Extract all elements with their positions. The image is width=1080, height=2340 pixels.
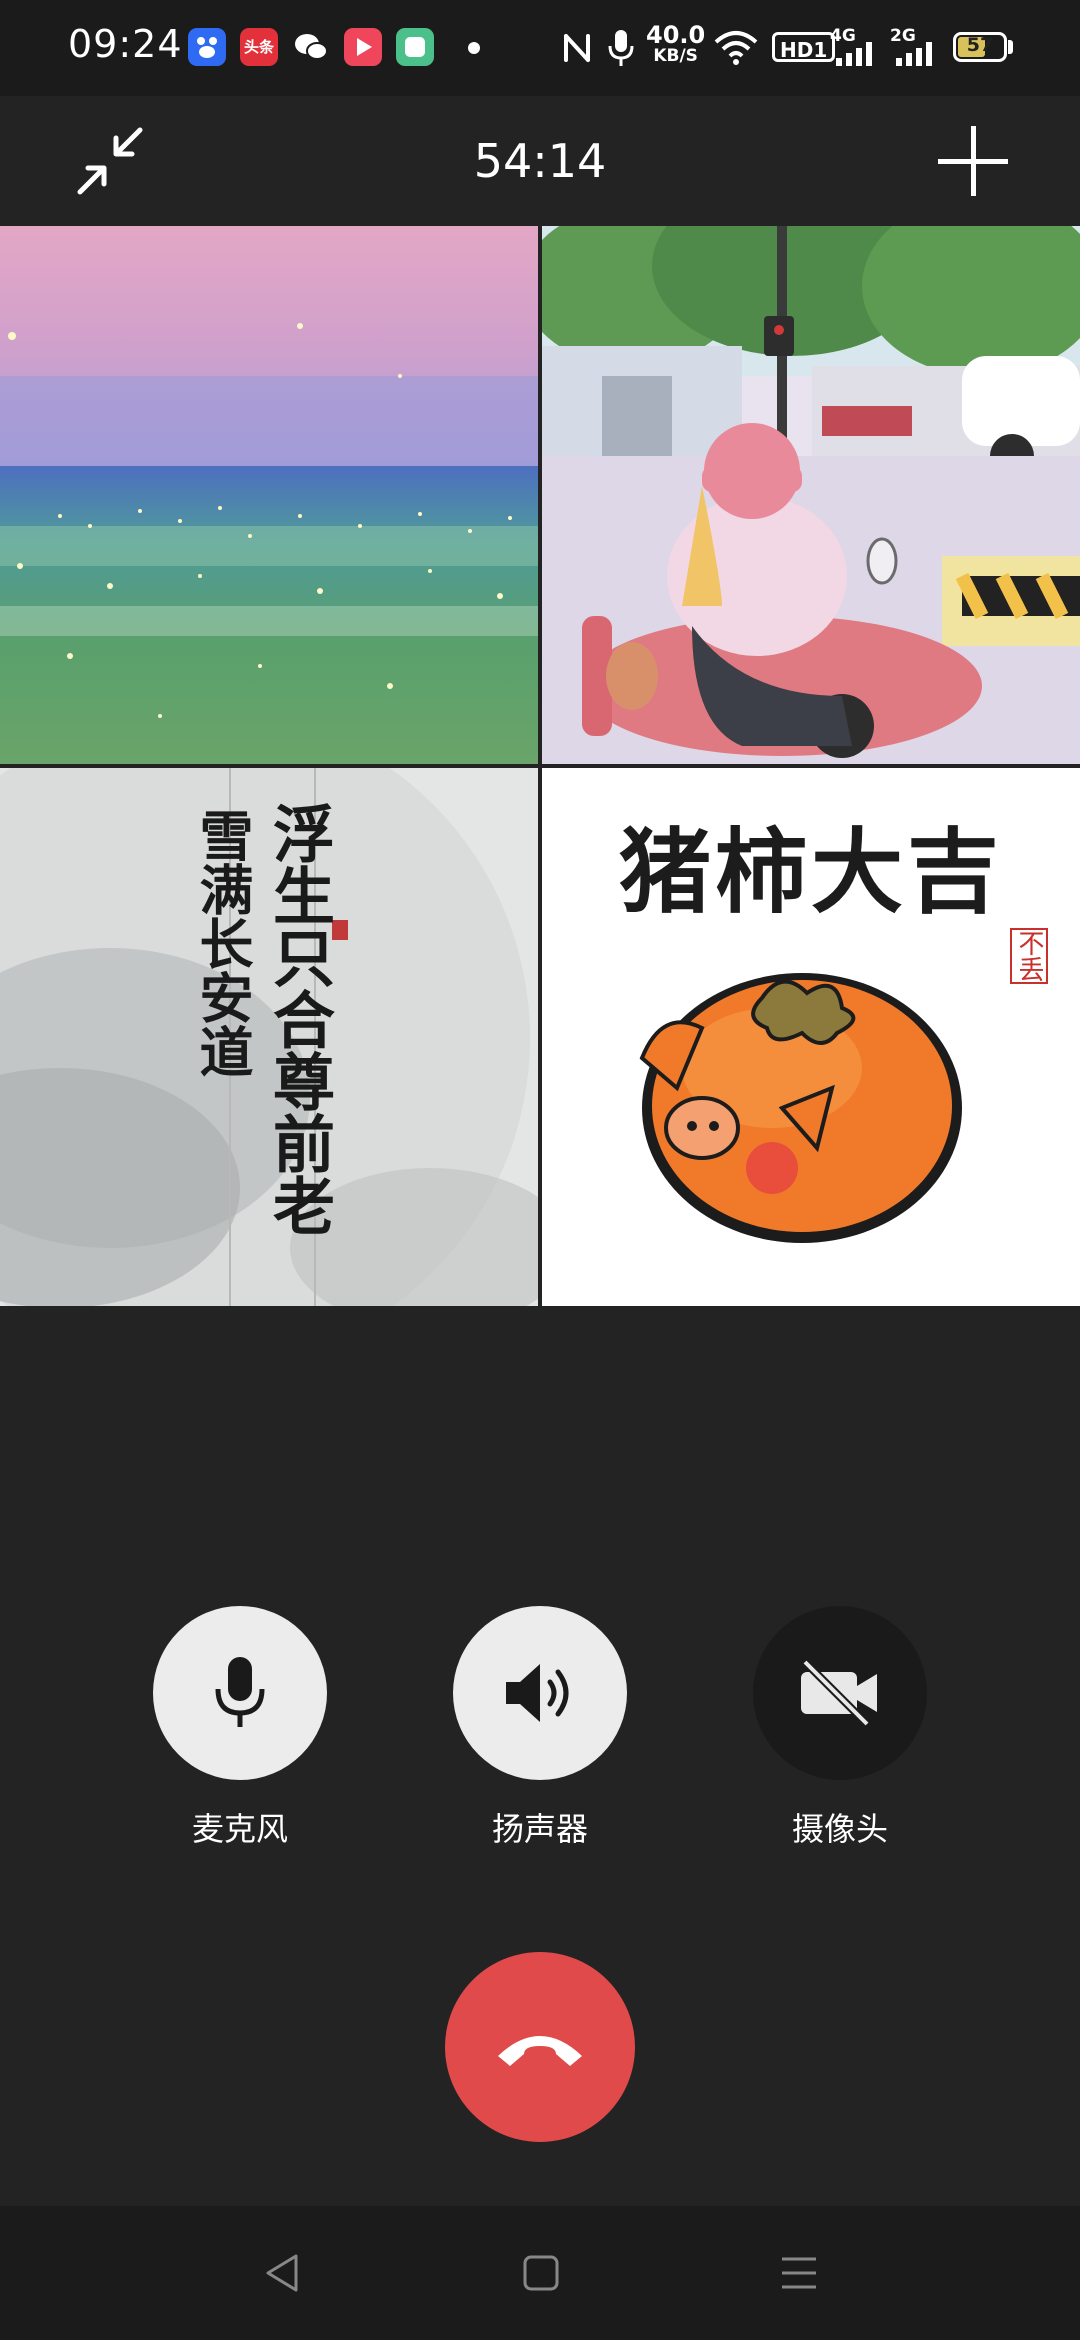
- add-participant-button[interactable]: [938, 126, 1008, 196]
- hangup-button[interactable]: [445, 1952, 635, 2142]
- notification-dot: [468, 42, 480, 54]
- hd-badge: HD1: [772, 32, 836, 62]
- baidu-app-icon: [188, 28, 226, 66]
- speaker-control[interactable]: 扬声器: [453, 1606, 627, 1850]
- tile-girl-scooter[interactable]: [542, 226, 1080, 764]
- pig-title-text: 猪柿大吉: [618, 818, 1003, 926]
- wifi-icon: [714, 31, 758, 65]
- seal-stamp: 不丢: [1010, 928, 1048, 984]
- participant-grid: 浮生只合尊前老 雪满长安道 猪柿大吉 不丢: [0, 226, 1080, 1306]
- hangup-icon: [498, 2036, 582, 2066]
- microphone-control[interactable]: 麦克风: [153, 1606, 327, 1850]
- status-time: 09:24: [68, 22, 183, 66]
- tile-pig-persimmon[interactable]: 猪柿大吉 不丢: [542, 768, 1080, 1306]
- signal-icon-1: [836, 42, 872, 66]
- speaker-icon: [506, 1664, 569, 1722]
- wechat-app-icon: [292, 28, 330, 66]
- nfc-icon: [564, 34, 590, 62]
- menu-icon[interactable]: [780, 2254, 818, 2292]
- calligraphy-text-left: 雪满长安道: [190, 808, 254, 1078]
- speaker-label: 扬声器: [491, 1810, 588, 1848]
- video-app-icon: [344, 28, 382, 66]
- battery-icon: 57: [953, 32, 1007, 62]
- mic-status-icon: [608, 30, 634, 66]
- green-app-icon: [396, 28, 434, 66]
- home-icon[interactable]: [522, 2254, 560, 2292]
- camera-off-icon: [801, 1659, 877, 1727]
- status-bar: 09:24 头条 40.0 KB/S HD1 4G 2G 57: [0, 0, 1080, 96]
- camera-label: 摄像头: [791, 1810, 888, 1848]
- back-icon[interactable]: [262, 2252, 302, 2294]
- signal-icon-2: [896, 42, 932, 66]
- pig-persimmon-drawing: [639, 973, 962, 1243]
- microphone-button[interactable]: [153, 1606, 327, 1780]
- street-illustration-image: [542, 226, 1080, 764]
- calligraphy-text-right: 浮生只合尊前老: [262, 802, 335, 1236]
- call-timer: 54:14: [473, 134, 607, 188]
- microphone-label: 麦克风: [191, 1810, 288, 1848]
- camera-button[interactable]: [753, 1606, 927, 1780]
- network-speed: 40.0 KB/S: [646, 21, 706, 66]
- tile-sea-painting[interactable]: [0, 226, 538, 764]
- call-header: 54:14: [0, 96, 1080, 226]
- microphone-icon: [215, 1657, 265, 1727]
- toutiao-app-icon: 头条: [240, 28, 278, 66]
- speaker-button[interactable]: [453, 1606, 627, 1780]
- sea-painting-image: [0, 226, 538, 764]
- navigation-bar: [0, 2206, 1080, 2340]
- camera-control[interactable]: 摄像头: [753, 1606, 927, 1850]
- tile-calligraphy[interactable]: 浮生只合尊前老 雪满长安道: [0, 768, 538, 1306]
- battery-level: 57: [966, 34, 994, 56]
